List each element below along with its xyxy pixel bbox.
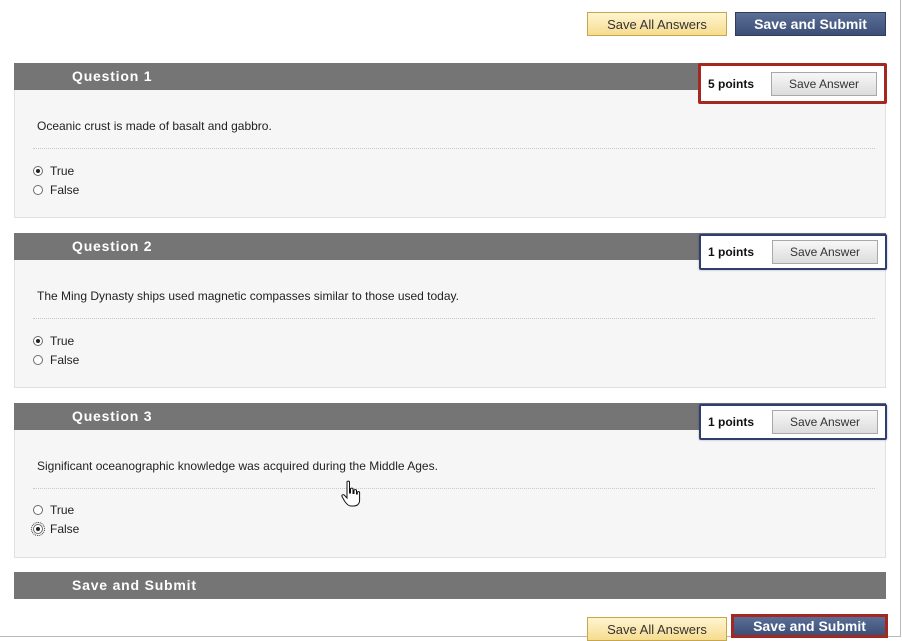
question-3-title: Question 3 [72, 408, 153, 424]
radio-button-icon[interactable] [31, 522, 45, 536]
radio-button-icon[interactable] [33, 185, 43, 195]
question-1-points: 5 points [708, 76, 755, 91]
question-1-title: Question 1 [72, 68, 153, 84]
question-2-title: Question 2 [72, 238, 153, 254]
question-2-save-answer-button[interactable]: Save Answer [772, 240, 878, 264]
question-2-points: 1 points [708, 245, 755, 259]
question-3-divider [33, 488, 875, 489]
option-label: False [50, 522, 80, 536]
option-label: False [50, 353, 80, 367]
option-label: True [50, 503, 75, 517]
question-1-save-answer-button[interactable]: Save Answer [771, 71, 877, 96]
question-1-points-box: 5 points Save Answer [698, 63, 887, 104]
save-all-answers-button-top[interactable]: Save All Answers [587, 12, 727, 36]
question-3-option-true[interactable]: True [33, 502, 74, 518]
question-3-option-false[interactable]: False [31, 521, 80, 537]
save-submit-section-title: Save and Submit [72, 577, 197, 593]
save-and-submit-button-bottom[interactable]: Save and Submit [731, 614, 888, 638]
question-2-option-false[interactable]: False [33, 352, 79, 368]
question-3-save-answer-button[interactable]: Save Answer [772, 410, 878, 434]
radio-button-icon[interactable] [33, 505, 43, 515]
question-2-body: The Ming Dynasty ships used magnetic com… [14, 260, 886, 388]
question-2-text: The Ming Dynasty ships used magnetic com… [37, 289, 459, 303]
save-submit-section-header: Save and Submit [14, 572, 886, 599]
question-3-text: Significant oceanographic knowledge was … [37, 459, 438, 473]
question-1-option-true[interactable]: True [33, 163, 74, 179]
radio-button-icon[interactable] [33, 166, 43, 176]
option-label: False [50, 183, 80, 197]
question-3-body: Significant oceanographic knowledge was … [14, 430, 886, 558]
question-3-points: 1 points [708, 415, 755, 429]
hand-pointer-icon [341, 480, 361, 507]
option-label: True [50, 164, 75, 178]
question-1-option-false[interactable]: False [33, 182, 79, 198]
save-and-submit-button-top[interactable]: Save and Submit [735, 12, 886, 36]
radio-button-icon[interactable] [33, 355, 43, 365]
question-1-text: Oceanic crust is made of basalt and gabb… [37, 119, 272, 133]
save-all-answers-button-bottom[interactable]: Save All Answers [587, 617, 727, 641]
radio-button-icon[interactable] [33, 336, 43, 346]
question-3-points-box: 1 points Save Answer [699, 404, 887, 440]
question-2-divider [33, 318, 875, 319]
option-label: True [50, 334, 75, 348]
question-1-body: Oceanic crust is made of basalt and gabb… [14, 90, 886, 218]
question-2-points-box: 1 points Save Answer [699, 234, 887, 270]
question-2-option-true[interactable]: True [33, 333, 74, 349]
question-1-divider [33, 148, 875, 149]
